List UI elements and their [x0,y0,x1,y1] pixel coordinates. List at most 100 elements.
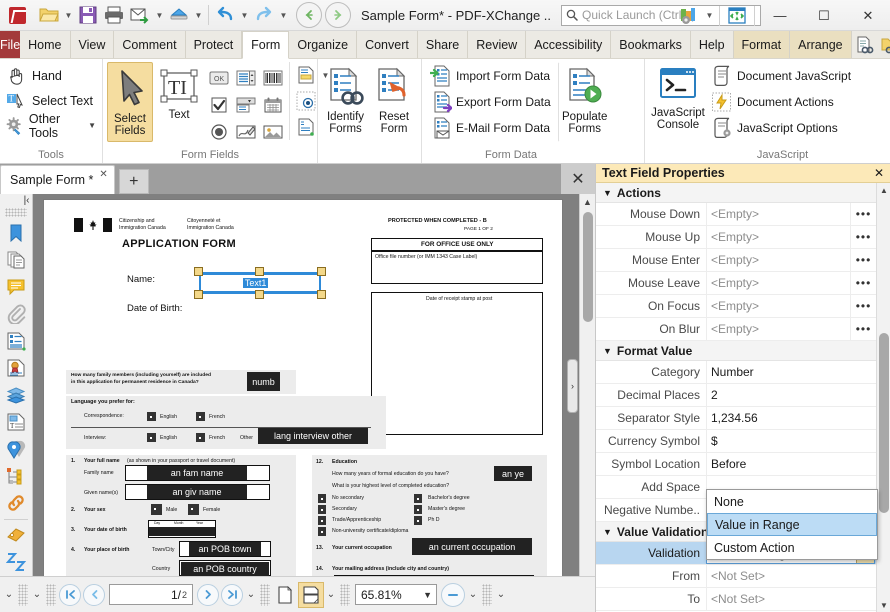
fields-icon[interactable] [0,328,33,355]
property-value[interactable]: <Empty> [706,249,850,271]
pushbutton-field-icon[interactable]: OK [205,64,232,91]
continuous-page-view-button[interactable] [298,582,324,608]
populate-forms-button[interactable]: Populate Forms [558,62,612,142]
field-properties-icon[interactable] [292,114,319,140]
tab-accessibility[interactable]: Accessibility [526,31,611,58]
property-row-on-focus[interactable]: On Focus <Empty> ••• [596,295,876,318]
sex-female-checkbox[interactable] [188,504,199,515]
pdf-page[interactable]: Citizenship and Immigration Canada Citoy… [43,199,563,576]
scroll-thumb[interactable] [583,212,593,322]
nav-pane-grip[interactable] [5,208,27,218]
statusbar-grip-1[interactable] [18,584,28,606]
last-page-button[interactable] [221,584,243,606]
document-tab-sample-form[interactable]: Sample Form * ✕ [0,165,115,194]
property-row-mouse-leave[interactable]: Mouse Leave <Empty> ••• [596,272,876,295]
previous-page-button[interactable] [83,584,105,606]
javascript-console-button[interactable]: JavaScript Console [649,62,707,142]
tab-review[interactable]: Review [468,31,526,58]
zoom-dropdown-arrow-icon[interactable]: ▼ [423,590,432,600]
resize-handle-br[interactable] [317,290,326,299]
tab-form[interactable]: Form [242,31,289,59]
text-field-highlight-icon[interactable] [292,62,319,88]
property-value[interactable]: <Not Set> [706,565,876,587]
statusbar-grip-2[interactable] [46,584,56,606]
property-value[interactable]: $ [706,430,876,452]
statusbar-overflow-6[interactable]: ⌄ [494,582,508,608]
dob-field[interactable] [149,527,215,536]
find-document-icon[interactable] [852,33,876,57]
scan-caret-icon[interactable]: ▼ [192,2,205,28]
comments-icon[interactable] [0,274,33,301]
undo-caret-icon[interactable]: ▼ [238,2,251,28]
find-folder-icon[interactable] [878,33,890,57]
property-value[interactable]: Number [706,361,876,383]
property-browse-button[interactable]: ••• [850,295,876,317]
properties-scrollbar[interactable]: ▲ ▼ [876,183,890,612]
properties-scroll-up-icon[interactable]: ▲ [877,183,890,197]
given-name-value[interactable]: an giv name [147,485,247,499]
tab-organize[interactable]: Organize [289,31,357,58]
statusbar-grip-4[interactable] [340,584,350,606]
stamps-icon[interactable] [0,522,33,549]
property-row-on-blur[interactable]: On Blur <Empty> ••• [596,318,876,341]
property-value[interactable]: 1,234.56 [706,407,876,429]
tab-help[interactable]: Help [691,31,734,58]
print-button[interactable] [101,2,127,28]
edu-nonuniv-checkbox[interactable] [318,527,326,536]
back-button[interactable] [296,2,322,28]
spellcheck-icon[interactable] [0,549,33,576]
resize-handle-bc[interactable] [255,290,264,299]
property-browse-button[interactable]: ••• [850,272,876,294]
first-page-button[interactable] [59,584,81,606]
zoom-out-button[interactable] [441,583,465,607]
property-value[interactable]: <Empty> [706,226,850,248]
statusbar-overflow-5[interactable]: ⌄ [466,582,480,608]
edu-trade-checkbox[interactable] [318,516,326,525]
interview-french-checkbox[interactable] [196,433,205,442]
forward-button[interactable] [325,2,351,28]
property-row-decimal-places[interactable]: Decimal Places 2 [596,384,876,407]
properties-close-icon[interactable]: ✕ [874,166,884,180]
statusbar-grip-3[interactable] [260,584,270,606]
property-row-mouse-down[interactable]: Mouse Down <Empty> ••• [596,203,876,226]
dropdown-option-custom-action[interactable]: Custom Action [707,536,877,559]
tab-file[interactable]: File [0,31,20,58]
property-row-category[interactable]: Category Number [596,361,876,384]
property-row-symbol-location[interactable]: Symbol Location Before [596,453,876,476]
resize-handle-tr[interactable] [317,267,326,276]
close-document-button[interactable]: ✕ [561,164,595,194]
theme-settings-button[interactable] [675,3,703,29]
statusbar-grip-5[interactable] [482,584,492,606]
expand-panel-handle[interactable]: › [567,359,578,413]
maximize-button[interactable]: ☐ [802,0,846,31]
scan-button[interactable] [166,2,192,28]
section-format-value[interactable]: ▼ Format Value [596,341,876,361]
attachments-icon[interactable] [0,301,33,328]
document-javascript-button[interactable]: Document JavaScript [707,64,855,88]
bookmarks-icon[interactable] [0,219,33,246]
tab-view[interactable]: View [71,31,115,58]
property-row-mouse-up[interactable]: Mouse Up <Empty> ••• [596,226,876,249]
email-form-data-button[interactable]: E-Mail Form Data [426,116,555,140]
tab-share[interactable]: Share [418,31,468,58]
property-browse-button[interactable]: ••• [850,318,876,340]
property-browse-button[interactable]: ••• [850,203,876,225]
close-button[interactable]: ✕ [846,0,890,31]
scroll-up-icon[interactable]: ▲ [580,194,596,210]
collapse-nav-pane-button[interactable]: |‹ [0,194,33,208]
tool-other-tools[interactable]: Other Tools ▼ [4,113,98,138]
structure-tree-icon[interactable] [0,463,33,490]
dropdown-option-none[interactable]: None [707,490,877,513]
layers-icon[interactable] [0,382,33,409]
tab-comment[interactable]: Comment [114,31,185,58]
property-browse-button[interactable]: ••• [850,249,876,271]
single-page-view-button[interactable] [272,582,298,608]
document-vertical-scrollbar[interactable]: ▲ [579,194,595,576]
redo-caret-icon[interactable]: ▼ [277,2,290,28]
tool-hand[interactable]: Hand [4,63,64,88]
page-number-input[interactable]: 1 / 2 [109,584,193,605]
open-file-caret-icon[interactable]: ▼ [62,2,75,28]
resize-handle-tl[interactable] [194,267,203,276]
email-button[interactable] [127,2,153,28]
property-row-to[interactable]: To <Not Set> [596,588,876,611]
